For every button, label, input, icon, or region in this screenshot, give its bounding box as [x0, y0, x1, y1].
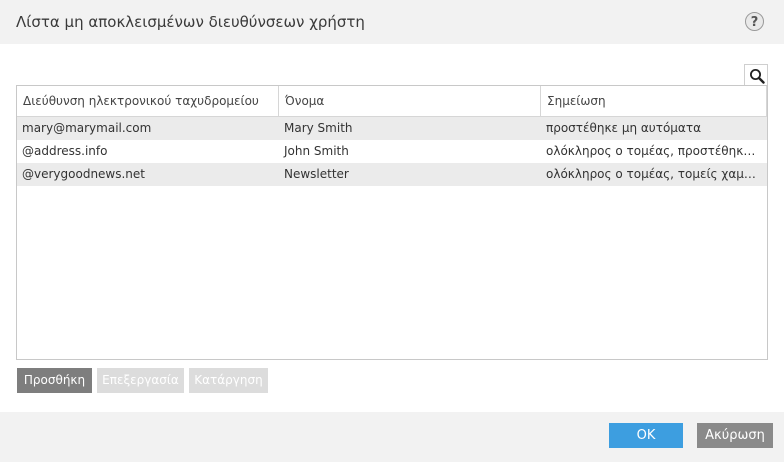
- column-header-name[interactable]: Όνομα: [279, 86, 541, 116]
- add-button[interactable]: Προσθήκη: [17, 368, 92, 393]
- table-row[interactable]: @verygoodnews.net Newsletter ολόκληρος ο…: [17, 163, 767, 186]
- cell-email: @verygoodnews.net: [22, 167, 145, 181]
- cell-note: ολόκληρος ο τομέας, τομείς χαμηλότε…: [546, 167, 761, 181]
- search-button[interactable]: [744, 64, 768, 86]
- cell-note: προστέθηκε μη αυτόματα: [546, 121, 701, 135]
- cell-name: Newsletter: [284, 167, 349, 181]
- edit-button[interactable]: Επεξεργασία: [97, 368, 184, 393]
- cell-email: mary@marymail.com: [22, 121, 152, 135]
- cell-note: ολόκληρος ο τομέας, προστέθηκε μη …: [546, 144, 761, 158]
- remove-button[interactable]: Κατάργηση: [189, 368, 268, 393]
- dialog-title: Λίστα μη αποκλεισμένων διευθύνσεων χρήστ…: [16, 13, 365, 31]
- cell-name: Mary Smith: [284, 121, 353, 135]
- help-icon[interactable]: ?: [745, 12, 764, 31]
- table-row[interactable]: mary@marymail.com Mary Smith προστέθηκε …: [17, 117, 767, 140]
- column-header-note[interactable]: Σημείωση: [541, 86, 767, 116]
- title-bar: Λίστα μη αποκλεισμένων διευθύνσεων χρήστ…: [0, 0, 784, 44]
- cell-name: John Smith: [284, 144, 349, 158]
- column-header-email[interactable]: Διεύθυνση ηλεκτρονικού ταχυδρομείου: [17, 86, 279, 116]
- table-header: Διεύθυνση ηλεκτρονικού ταχυδρομείου Όνομ…: [17, 86, 767, 117]
- whitelist-table: Διεύθυνση ηλεκτρονικού ταχυδρομείου Όνομ…: [16, 85, 768, 360]
- ok-button[interactable]: OK: [609, 423, 683, 448]
- search-icon: [750, 69, 765, 84]
- table-row[interactable]: @address.info John Smith ολόκληρος ο τομ…: [17, 140, 767, 163]
- cancel-button[interactable]: Ακύρωση: [697, 423, 773, 448]
- cell-email: @address.info: [22, 144, 108, 158]
